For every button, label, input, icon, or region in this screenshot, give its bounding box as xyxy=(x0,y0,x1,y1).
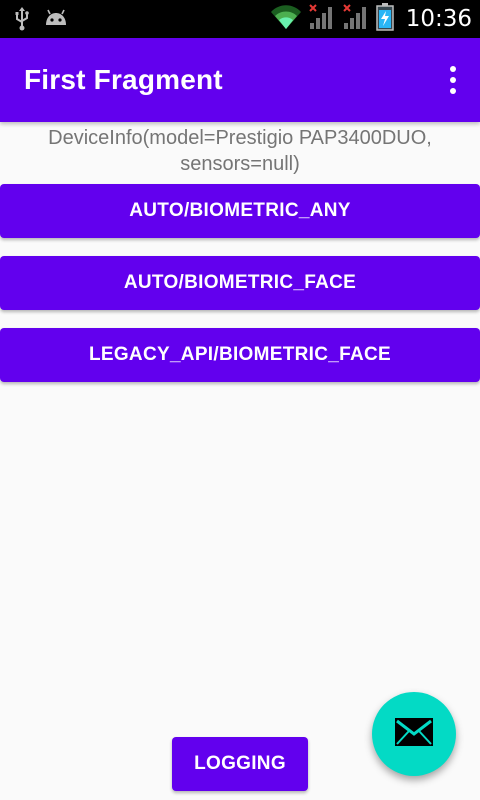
logging-button[interactable]: LOGGING xyxy=(172,737,308,791)
status-bar: 10:36 xyxy=(0,0,480,38)
signal-no-service-icon xyxy=(308,3,336,36)
battery-charging-icon xyxy=(375,2,394,36)
email-icon xyxy=(394,717,434,752)
status-left-icons xyxy=(14,7,68,36)
wifi-icon xyxy=(270,4,302,35)
more-vert-icon[interactable] xyxy=(448,66,458,94)
auto-biometric-face-button[interactable]: AUTO/BIOMETRIC_FACE xyxy=(0,256,480,310)
overflow-dot xyxy=(450,66,456,72)
overflow-dot xyxy=(450,77,456,83)
page-title: First Fragment xyxy=(24,64,223,95)
auto-biometric-any-button[interactable]: AUTO/BIOMETRIC_ANY xyxy=(0,184,480,238)
device-info-text: DeviceInfo(model=Prestigio PAP3400DUO, s… xyxy=(48,127,432,175)
status-right-icons: 10:36 xyxy=(270,0,472,38)
status-time: 10:36 xyxy=(405,6,472,32)
email-fab[interactable] xyxy=(372,692,456,776)
signal-no-service-icon xyxy=(342,3,370,36)
overflow-dot xyxy=(450,88,456,94)
legacy-api-biometric-face-button[interactable]: LEGACY_API/BIOMETRIC_FACE xyxy=(0,328,480,382)
app-bar: First Fragment xyxy=(0,38,480,122)
usb-icon xyxy=(14,7,30,36)
android-icon xyxy=(44,9,68,34)
